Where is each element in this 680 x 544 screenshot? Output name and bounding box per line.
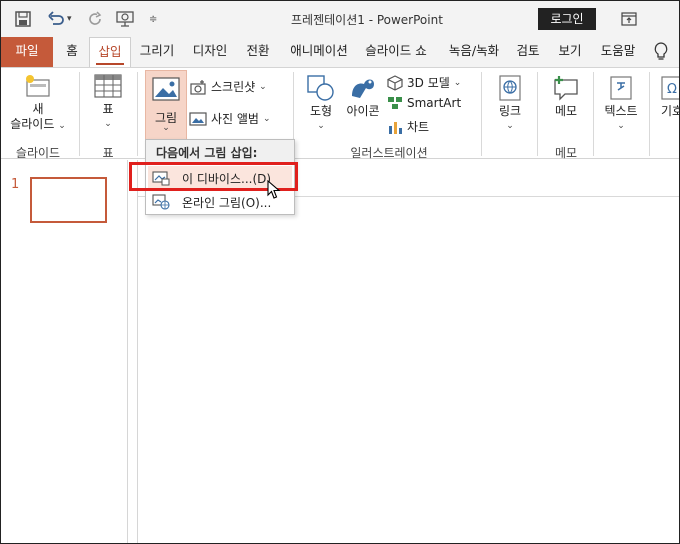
shapes-button[interactable]: 도형 ⌄ (301, 74, 341, 134)
chevron-down-icon: ⌄ (259, 81, 267, 92)
smartart-label: SmartArt (407, 96, 462, 110)
tab-recording[interactable]: 녹음/녹화 (443, 37, 505, 67)
tab-design[interactable]: 디자인 (187, 37, 233, 67)
separator (137, 72, 138, 156)
table-label: 표 (102, 102, 114, 116)
undo-icon[interactable] (47, 9, 65, 29)
chart-button[interactable]: 차트 (387, 118, 429, 135)
chevron-down-icon: ⌄ (317, 121, 325, 131)
separator (79, 72, 80, 156)
comment-label: 메모 (554, 104, 578, 118)
tab-view[interactable]: 보기 (553, 37, 587, 67)
text-button[interactable]: 텍스트 ⌄ (599, 74, 643, 134)
link-label: 링크 (498, 104, 522, 118)
photo-album-label: 사진 앨범 (211, 112, 259, 126)
photo-album-icon (189, 111, 207, 126)
online-picture-icon (152, 194, 172, 210)
chevron-down-icon: ⌄ (58, 121, 66, 131)
ribbon-tabs: 파일 홈 삽입 그리기 디자인 전환 애니메이션 슬라이드 쇼 녹음/녹화 검토… (1, 37, 679, 68)
window-title: 프레젠테이션1 - PowerPoint (291, 13, 443, 27)
screenshot-label: 스크린샷 (211, 80, 256, 94)
chevron-down-icon: ⌄ (262, 113, 271, 124)
tab-help[interactable]: 도움말 (595, 37, 641, 67)
separator (481, 72, 482, 156)
customize-toolbar-icon[interactable]: ≑ (149, 9, 157, 29)
icons-icon (343, 74, 383, 104)
group-label-slide: 슬라이드 (15, 146, 61, 160)
text-box-icon (599, 74, 643, 104)
save-icon[interactable] (15, 9, 31, 29)
new-slide-label-2: 슬라이드 (10, 117, 55, 131)
3d-model-button[interactable]: 3D 모델 ⌄ (387, 74, 461, 91)
redo-icon[interactable] (87, 9, 103, 29)
link-icon (489, 74, 531, 104)
chevron-down-icon: ⌄ (506, 121, 514, 131)
tab-transitions[interactable]: 전환 (241, 37, 275, 67)
chevron-down-icon: ⌄ (162, 123, 170, 133)
bar-chart-icon (389, 121, 402, 134)
tab-insert[interactable]: 삽입 (89, 37, 131, 68)
smartart-icon (388, 97, 402, 109)
new-slide-label-1: 새 (32, 102, 44, 116)
new-slide-button[interactable]: 새 슬라이드 ⌄ (7, 74, 69, 134)
ribbon: 새 슬라이드 ⌄ 슬라이드 표 ⌄ 표 그림 ⌄ 스크린샷 ⌄ 사진 앨범 ⌄ … (1, 67, 679, 160)
powerpoint-window: ▾ ≑ 프레젠테이션1 - PowerPoint 로그인 파일 홈 삽입 그리기… (0, 0, 680, 544)
tab-review[interactable]: 검토 (511, 37, 545, 67)
slide-thumbnail[interactable] (30, 177, 107, 223)
table-icon (87, 74, 129, 102)
tab-animations[interactable]: 애니메이션 (283, 37, 355, 67)
icons-button[interactable]: 아이콘 (343, 74, 383, 119)
chart-label: 차트 (407, 120, 430, 134)
group-label-comment: 메모 (554, 146, 578, 160)
tab-slideshow[interactable]: 슬라이드 쇼 (361, 37, 431, 67)
screenshot-button[interactable]: 스크린샷 ⌄ (189, 78, 267, 95)
slide-editor[interactable] (137, 160, 679, 543)
undo-dropdown-icon[interactable]: ▾ (67, 9, 72, 29)
separator (649, 72, 650, 156)
table-button[interactable]: 표 ⌄ (87, 74, 129, 132)
3d-model-label: 3D 모델 (407, 76, 450, 90)
lightbulb-icon[interactable] (651, 37, 671, 67)
photo-album-button[interactable]: 사진 앨범 ⌄ (189, 110, 271, 127)
login-button[interactable]: 로그인 (538, 8, 596, 30)
comment-icon (545, 74, 587, 104)
online-pictures-label: 온라인 그림(O)... (182, 195, 272, 210)
title-bar: ▾ ≑ 프레젠테이션1 - PowerPoint 로그인 (1, 1, 679, 37)
tab-home[interactable]: 홈 (59, 37, 85, 67)
symbols-button[interactable]: Ω 기호 (655, 74, 679, 119)
ribbon-display-options-icon[interactable] (621, 9, 637, 29)
group-label-table: 표 (102, 146, 114, 160)
separator (593, 72, 594, 156)
tab-draw[interactable]: 그리기 (135, 37, 179, 67)
omega-icon: Ω (655, 74, 679, 104)
smartart-button[interactable]: SmartArt (387, 96, 461, 110)
chevron-down-icon: ⌄ (453, 77, 462, 88)
symbols-label: 기호 (661, 104, 679, 118)
svg-text:Ω: Ω (667, 82, 677, 97)
separator (537, 72, 538, 156)
dropdown-header: 다음에서 그림 삽입: (146, 140, 294, 162)
picture-icon (152, 77, 180, 104)
new-slide-icon (7, 74, 69, 102)
link-button[interactable]: 링크 ⌄ (489, 74, 531, 134)
group-label-illustrations: 일러스트레이션 (350, 146, 428, 160)
comment-button[interactable]: 메모 (545, 74, 587, 119)
icons-label: 아이콘 (346, 104, 380, 118)
slide-number: 1 (11, 177, 20, 192)
shapes-label: 도형 (309, 104, 333, 118)
text-label: 텍스트 (604, 104, 638, 118)
chevron-down-icon: ⌄ (617, 121, 625, 131)
chevron-down-icon: ⌄ (104, 119, 112, 129)
picture-button[interactable]: 그림 ⌄ (145, 70, 187, 140)
tab-file[interactable]: 파일 (1, 37, 53, 67)
mouse-cursor-icon (267, 179, 281, 203)
presentation-start-icon[interactable] (115, 9, 135, 29)
cube-icon (387, 74, 403, 91)
screenshot-icon (190, 79, 206, 95)
shapes-icon (301, 74, 341, 104)
